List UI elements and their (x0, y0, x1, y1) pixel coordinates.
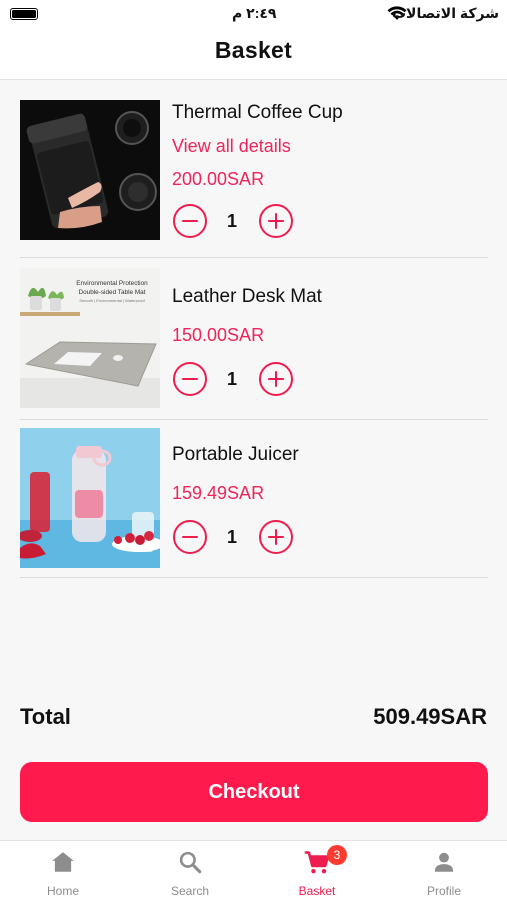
tab-label-search: Search (170, 884, 210, 898)
person-icon (434, 852, 454, 872)
item-price: 159.49SAR (172, 483, 265, 503)
minus-icon (182, 377, 198, 381)
mat-image-heading: Environmental Protection (76, 280, 148, 287)
page-title: Basket (214, 37, 293, 63)
basket-screen: ٢:٤٩ م شركة الاتصالات Basket Thermal Cof… (0, 0, 507, 900)
minus-icon (182, 535, 198, 539)
quantity-value: 1 (226, 527, 237, 547)
product-image-desk-mat[interactable]: Environmental Protection Double-sided Ta… (20, 268, 160, 408)
tab-basket[interactable]: 3 Basket (254, 841, 380, 900)
search-icon (179, 851, 202, 874)
decrease-quantity-button[interactable] (173, 362, 207, 396)
item-name: Thermal Coffee Cup (172, 102, 343, 123)
decrease-quantity-button[interactable] (173, 520, 207, 554)
item-price: 150.00SAR (172, 325, 265, 345)
tab-home[interactable]: Home (0, 841, 126, 900)
quantity-value: 1 (226, 369, 237, 389)
total-label: Total (20, 704, 71, 729)
minus-icon (182, 219, 198, 223)
quantity-value: 1 (226, 211, 237, 231)
total-value: 509.49SAR (373, 704, 487, 729)
item-name: Leather Desk Mat (172, 286, 322, 307)
basket-item: Thermal Coffee Cup View all details 200.… (20, 100, 488, 258)
cart-count-badge: 3 (327, 845, 347, 865)
status-time: ٢:٤٩ م (232, 5, 277, 21)
mat-image-caption: Smooth | Environmental | Waterproof (79, 298, 145, 303)
tab-search[interactable]: Search (127, 841, 253, 900)
item-name: Portable Juicer (172, 444, 299, 465)
increase-quantity-button[interactable] (259, 520, 293, 554)
tab-label-profile: Profile (426, 884, 461, 898)
status-bar: ٢:٤٩ م شركة الاتصالات (0, 0, 507, 30)
item-price: 200.00SAR (172, 169, 265, 189)
home-icon (52, 852, 74, 872)
mat-image-subheading: Double-sided Table Mat (78, 289, 145, 296)
decrease-quantity-button[interactable] (173, 204, 207, 238)
battery-icon (10, 8, 38, 20)
checkout-button[interactable]: Checkout (20, 762, 488, 822)
increase-quantity-button[interactable] (259, 362, 293, 396)
product-image-thermal-cup[interactable] (20, 100, 160, 240)
product-image-juicer[interactable] (20, 428, 160, 568)
basket-item: Portable Juicer 159.49SAR 1 (20, 420, 488, 578)
header: Basket (0, 30, 507, 80)
basket-item: Environmental Protection Double-sided Ta… (20, 262, 488, 420)
tab-profile[interactable]: Profile (381, 841, 507, 900)
view-details-link[interactable]: View all details (172, 136, 291, 157)
increase-quantity-button[interactable] (259, 204, 293, 238)
tab-label-basket: Basket (298, 884, 336, 898)
tab-bar: Home Search 3 Basket Profile (0, 840, 507, 900)
tab-label-home: Home (46, 884, 79, 898)
carrier-name: شركة الاتصالات (391, 5, 499, 21)
